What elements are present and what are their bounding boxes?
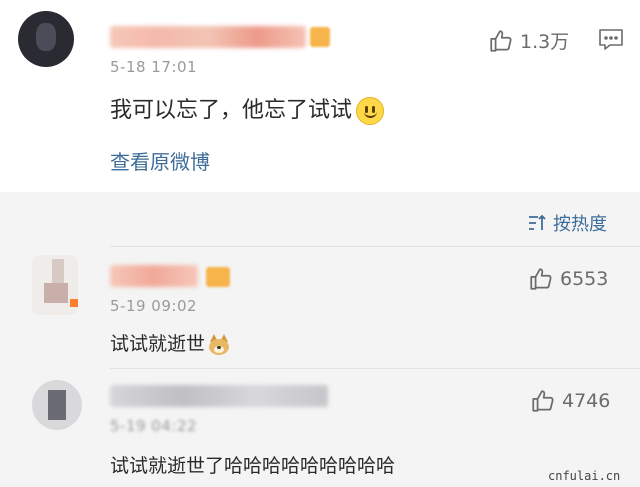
reply-timestamp: 5-19 09:02 — [110, 297, 198, 315]
post-timestamp: 5-18 17:01 — [110, 58, 198, 76]
sort-by-hot-button[interactable]: 按热度 — [527, 210, 607, 236]
thumbs-up-icon — [530, 268, 552, 290]
reply-text: 试试就逝世 — [110, 333, 206, 355]
vip-badge-icon — [310, 27, 330, 47]
reply-timestamp: 5-19 04:22 — [110, 417, 198, 435]
post-content: 我可以忘了，他忘了试试 — [110, 92, 385, 125]
like-count: 6553 — [560, 268, 609, 290]
watermark: cnfulai.cn — [548, 469, 621, 483]
view-original-link[interactable]: 查看原微博 — [110, 146, 210, 175]
avatar[interactable] — [18, 11, 74, 67]
like-button[interactable]: 4746 — [530, 388, 610, 414]
author-name-blurred[interactable] — [110, 26, 306, 48]
divider — [110, 246, 640, 247]
avatar[interactable] — [32, 255, 78, 315]
thumbs-up-icon — [490, 29, 512, 52]
sort-icon — [529, 214, 546, 230]
reply-content: 试试就逝世了哈哈哈哈哈哈哈哈哈 — [110, 455, 396, 477]
avatar[interactable] — [32, 380, 82, 430]
vip-badge-icon — [206, 267, 230, 287]
author-name-blurred[interactable] — [110, 385, 328, 407]
post-text: 我可以忘了，他忘了试试 — [110, 98, 353, 123]
sort-label: 按热度 — [553, 214, 607, 235]
smile-emoji-icon — [356, 97, 385, 125]
thumbs-up-icon — [532, 390, 554, 412]
doge-emoji-icon — [208, 333, 230, 356]
comment-icon[interactable] — [598, 28, 624, 52]
like-count: 4746 — [562, 390, 611, 412]
like-button[interactable]: 1.3万 — [488, 27, 569, 54]
like-count: 1.3万 — [520, 31, 570, 53]
like-button[interactable]: 6553 — [528, 266, 608, 292]
reply-content: 试试就逝世 — [110, 329, 230, 356]
main-post-card: 5-18 17:01 我可以忘了，他忘了试试 查看原微博 1.3万 — [0, 0, 640, 192]
author-name-blurred[interactable] — [110, 265, 198, 287]
divider — [110, 368, 640, 369]
